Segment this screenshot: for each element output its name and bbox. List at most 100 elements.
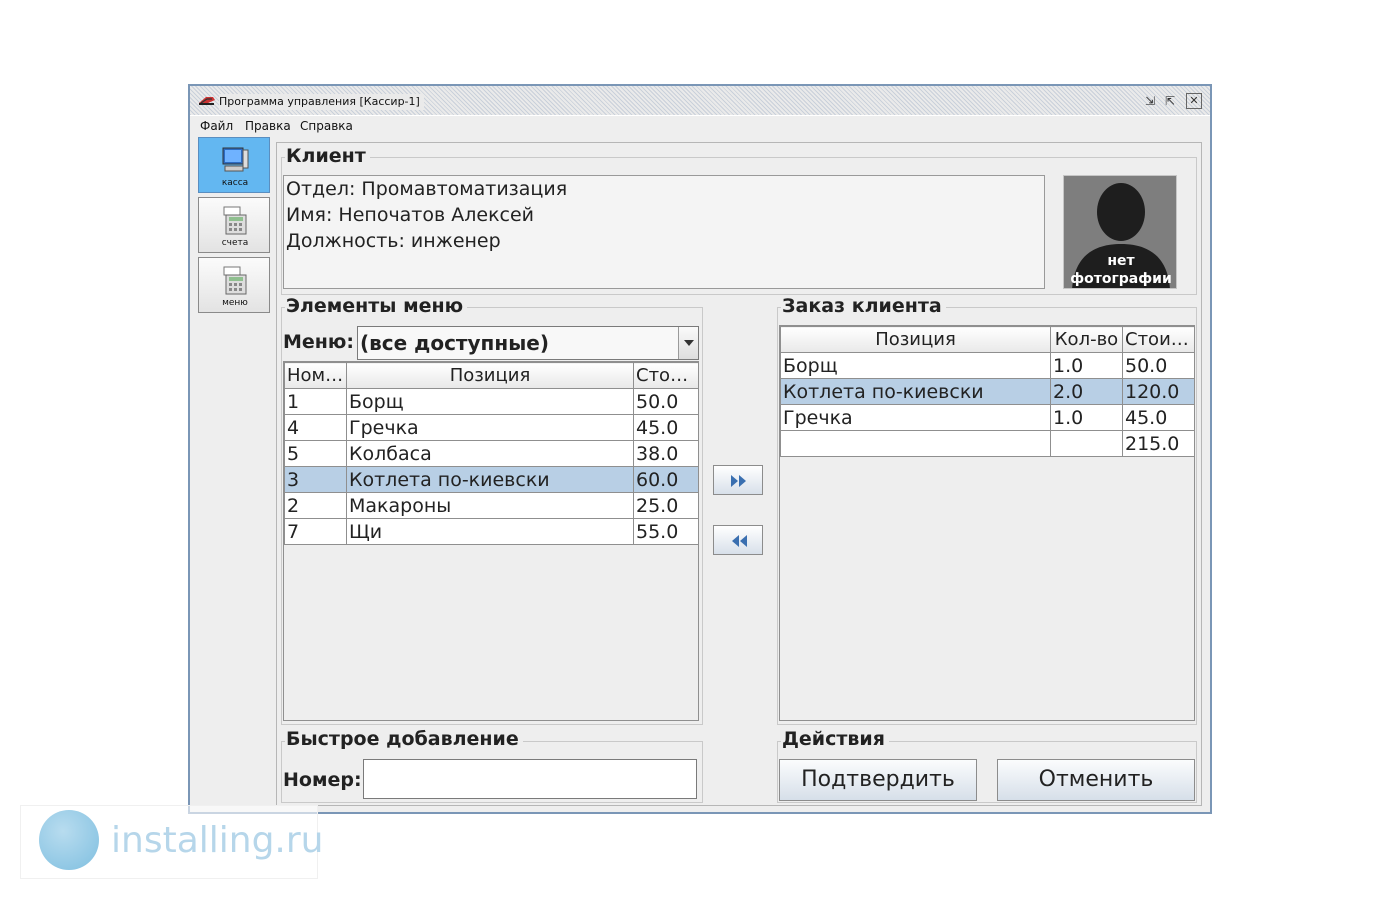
menu-select-label: Меню:	[283, 331, 354, 353]
cell-price: 45.0	[633, 414, 699, 441]
menu-bar: Файл Правка Справка	[190, 116, 1210, 136]
remove-from-order-button[interactable]	[713, 525, 763, 555]
menu-table: Номер Позиция Стоимость 1Борщ50.0 4Гречк…	[284, 362, 699, 545]
sidebar-item-label: счета	[221, 238, 249, 248]
table-row-selected[interactable]: 3 Котлета по-киевски 60.0	[284, 466, 699, 493]
client-name: Имя: Непочатов Алексей	[286, 204, 535, 226]
sidebar-item-scheta[interactable]: счета	[198, 197, 270, 253]
client-section-title: Клиент	[285, 145, 370, 167]
cell-price: 38.0	[633, 440, 699, 467]
cancel-button[interactable]: Отменить	[997, 759, 1195, 801]
menu-select-value: (все доступные)	[360, 331, 549, 355]
cell-item: Гречка	[780, 404, 1051, 431]
confirm-button[interactable]: Подтвердить	[779, 759, 977, 801]
table-row[interactable]: 1 Борщ 50.0	[284, 388, 699, 415]
cell-item: Макароны	[346, 492, 634, 519]
table-row-total[interactable]: 215.0	[780, 430, 1195, 457]
cell-price: 50.0	[633, 388, 699, 415]
add-to-order-button[interactable]	[713, 465, 763, 495]
window-title: Программа управления [Кассир-1]	[219, 94, 424, 110]
client-position: Должность: инженер	[286, 230, 501, 252]
quick-add-number-label: Номер:	[283, 769, 362, 791]
cell-cost: 45.0	[1122, 404, 1195, 431]
cell-item: Котлета по-киевски	[780, 378, 1051, 405]
cell-qty	[1050, 430, 1123, 457]
sidebar-item-label: меню	[222, 298, 248, 308]
table-row[interactable]: Гречка 1.0 45.0	[780, 404, 1195, 431]
cell-qty: 2.0	[1050, 378, 1123, 405]
table-row[interactable]: Борщ 1.0 50.0	[780, 352, 1195, 379]
maximize-icon[interactable]: ⇱	[1162, 93, 1178, 109]
menu-items-section-title: Элементы меню	[285, 295, 468, 317]
order-table: Позиция Кол-во Стоимость Борщ1.050.0 Кот…	[780, 326, 1195, 457]
sidebar-item-menu[interactable]: меню	[198, 257, 270, 313]
cell-item	[780, 430, 1051, 457]
cell-item: Колбаса	[346, 440, 634, 467]
double-chevron-right-icon	[731, 475, 746, 487]
app-logo-icon	[199, 97, 215, 105]
watermark-text: installing.ru	[111, 820, 324, 861]
app-window: Программа управления [Кассир-1] ⇲ ⇱ ✕ Фа…	[188, 84, 1212, 814]
column-header-item[interactable]: Позиция	[346, 362, 634, 389]
photo-placeholder-line2: фотографии	[1070, 271, 1172, 287]
table-row[interactable]: 4 Гречка 45.0	[284, 414, 699, 441]
cell-qty: 1.0	[1050, 352, 1123, 379]
cell-item: Котлета по-киевски	[346, 466, 634, 493]
menu-select[interactable]: (все доступные)	[357, 326, 699, 360]
table-row[interactable]: 2 Макароны 25.0	[284, 492, 699, 519]
cell-number: 5	[284, 440, 347, 467]
cell-item: Борщ	[346, 388, 634, 415]
client-photo: нет фотографии	[1063, 175, 1177, 289]
cell-number: 2	[284, 492, 347, 519]
menu-edit[interactable]: Правка	[241, 117, 295, 135]
cell-item: Гречка	[346, 414, 634, 441]
table-header-row: Позиция Кол-во Стоимость	[780, 326, 1195, 353]
cell-price: 55.0	[633, 518, 699, 545]
close-icon[interactable]: ✕	[1186, 93, 1202, 109]
title-bar[interactable]: Программа управления [Кассир-1] ⇲ ⇱ ✕	[190, 86, 1210, 116]
order-total: 215.0	[1122, 430, 1195, 457]
double-chevron-left-icon	[732, 535, 747, 547]
watermark: installing.ru	[20, 805, 323, 879]
cell-item: Борщ	[780, 352, 1051, 379]
column-header-price[interactable]: Стоимость	[633, 362, 699, 389]
client-department: Отдел: Промавтоматизация	[286, 178, 568, 200]
quick-add-section-title: Быстрое добавление	[285, 728, 523, 750]
cell-number: 1	[284, 388, 347, 415]
menu-file[interactable]: Файл	[196, 117, 237, 135]
calculator-icon	[223, 206, 247, 235]
main-panel: Клиент Отдел: Промавтоматизация Имя: Неп…	[276, 142, 1202, 806]
watermark-logo-icon	[39, 810, 99, 870]
order-section-title: Заказ клиента	[781, 295, 946, 317]
sidebar-item-kassa[interactable]: касса	[198, 137, 270, 193]
menu-help[interactable]: Справка	[296, 117, 357, 135]
cell-number: 3	[284, 466, 347, 493]
computer-icon	[222, 147, 249, 172]
cell-cost: 50.0	[1122, 352, 1195, 379]
column-header-item[interactable]: Позиция	[780, 326, 1051, 353]
cell-price: 25.0	[633, 492, 699, 519]
photo-placeholder-line1: нет	[1107, 253, 1135, 269]
calculator-icon	[223, 266, 247, 295]
column-header-cost[interactable]: Стоимость	[1122, 326, 1195, 353]
cell-number: 4	[284, 414, 347, 441]
menu-table-area[interactable]: Номер Позиция Стоимость 1Борщ50.0 4Гречк…	[283, 361, 699, 721]
order-table-area[interactable]: Позиция Кол-во Стоимость Борщ1.050.0 Кот…	[779, 325, 1195, 721]
table-row[interactable]: 7 Щи 55.0	[284, 518, 699, 545]
cell-qty: 1.0	[1050, 404, 1123, 431]
table-row[interactable]: 5 Колбаса 38.0	[284, 440, 699, 467]
column-header-qty[interactable]: Кол-во	[1050, 326, 1123, 353]
client-info-box: Отдел: Промавтоматизация Имя: Непочатов …	[283, 175, 1045, 289]
cell-number: 7	[284, 518, 347, 545]
quick-add-number-input[interactable]	[363, 759, 697, 799]
cell-cost: 120.0	[1122, 378, 1195, 405]
actions-section-title: Действия	[781, 728, 889, 750]
table-header-row: Номер Позиция Стоимость	[284, 362, 699, 389]
column-header-number[interactable]: Номер	[284, 362, 347, 389]
minimize-icon[interactable]: ⇲	[1142, 93, 1158, 109]
chevron-down-icon[interactable]	[678, 327, 698, 359]
cell-price: 60.0	[633, 466, 699, 493]
sidebar-item-label: касса	[221, 178, 249, 188]
table-row-selected[interactable]: Котлета по-киевски 2.0 120.0	[780, 378, 1195, 405]
cell-item: Щи	[346, 518, 634, 545]
